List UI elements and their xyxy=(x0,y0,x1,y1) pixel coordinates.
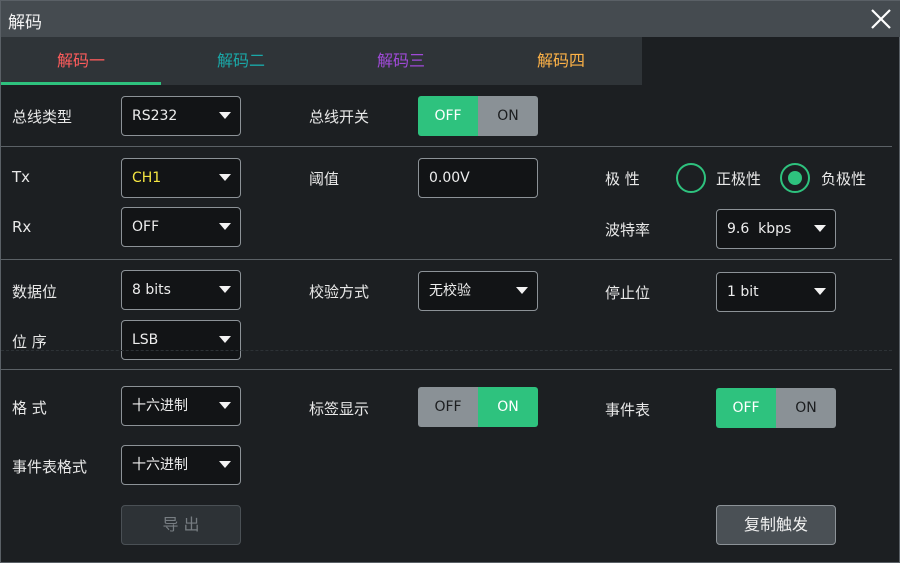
chevron-down-icon xyxy=(219,402,231,409)
chevron-down-icon xyxy=(219,286,231,293)
baud-value: 9.6 kbps xyxy=(727,221,792,237)
event-table-label: 事件表 xyxy=(605,401,651,419)
title-bar: 解码 xyxy=(1,1,900,37)
bus-switch-label: 总线开关 xyxy=(309,108,370,126)
chevron-down-icon xyxy=(219,336,231,343)
tx-source-select[interactable]: CH1 xyxy=(121,158,241,198)
event-format-value: 十六进制 xyxy=(132,457,188,473)
bit-order-label: 位 序 xyxy=(12,333,47,351)
rx-source-select[interactable]: OFF xyxy=(121,207,241,247)
bus-switch-toggle: OFF ON xyxy=(418,96,538,136)
bit-order-value: LSB xyxy=(132,332,159,348)
radio-selected-dot xyxy=(788,171,802,185)
divider xyxy=(1,146,892,147)
tag-display-off[interactable]: OFF xyxy=(418,387,478,427)
polarity-positive-label: 正极性 xyxy=(716,170,762,188)
chevron-down-icon xyxy=(219,174,231,181)
bus-switch-on[interactable]: ON xyxy=(478,96,538,136)
tab-decoder-3[interactable]: 解码三 xyxy=(321,37,481,85)
tab-decoder-4[interactable]: 解码四 xyxy=(481,37,641,85)
parity-value: 无校验 xyxy=(429,283,471,299)
threshold-input[interactable]: 0.00V xyxy=(418,158,538,198)
event-format-select[interactable]: 十六进制 xyxy=(121,445,241,485)
event-format-label: 事件表格式 xyxy=(12,458,88,476)
polarity-negative-radio[interactable] xyxy=(780,163,810,193)
event-table-off[interactable]: OFF xyxy=(716,388,776,428)
divider xyxy=(1,369,892,370)
parity-select[interactable]: 无校验 xyxy=(418,271,538,311)
chevron-down-icon xyxy=(814,225,826,232)
data-bits-select[interactable]: 8 bits xyxy=(121,270,241,310)
rx-label: Rx xyxy=(12,218,32,236)
bus-switch-off[interactable]: OFF xyxy=(418,96,478,136)
background-gridline xyxy=(1,350,892,351)
tx-source-value: CH1 xyxy=(132,170,162,186)
parity-label: 校验方式 xyxy=(309,283,370,301)
format-select[interactable]: 十六进制 xyxy=(121,386,241,426)
close-icon[interactable] xyxy=(869,7,893,31)
export-button[interactable]: 导 出 xyxy=(121,505,241,545)
chevron-down-icon xyxy=(814,288,826,295)
bus-type-select[interactable]: RS232 xyxy=(121,96,241,136)
tag-display-label: 标签显示 xyxy=(309,400,370,418)
tag-display-toggle: OFF ON xyxy=(418,387,538,427)
decode-dialog: 解码 解码一 解码二 解码三 解码四 总线类型 RS232 总线开关 OFF O… xyxy=(0,0,900,563)
threshold-label: 阈值 xyxy=(309,170,340,188)
format-value: 十六进制 xyxy=(132,398,188,414)
baud-select[interactable]: 9.6 kbps xyxy=(716,209,836,249)
baud-label: 波特率 xyxy=(605,221,651,239)
polarity-label: 极 性 xyxy=(605,170,640,188)
polarity-positive-radio[interactable] xyxy=(676,163,706,193)
copy-trigger-button[interactable]: 复制触发 xyxy=(716,505,836,545)
tag-display-on[interactable]: ON xyxy=(478,387,538,427)
chevron-down-icon xyxy=(219,461,231,468)
divider xyxy=(1,259,892,260)
chevron-down-icon xyxy=(219,223,231,230)
bit-order-select[interactable]: LSB xyxy=(121,320,241,360)
chevron-down-icon xyxy=(219,112,231,119)
threshold-value: 0.00V xyxy=(429,170,470,186)
event-table-toggle: OFF ON xyxy=(716,388,836,428)
bus-type-label: 总线类型 xyxy=(12,108,73,126)
tx-label: Tx xyxy=(12,168,31,186)
event-table-on[interactable]: ON xyxy=(776,388,836,428)
format-label: 格 式 xyxy=(12,399,47,417)
dialog-title: 解码 xyxy=(8,13,42,33)
bus-type-value: RS232 xyxy=(132,108,178,124)
tab-decoder-1[interactable]: 解码一 xyxy=(1,37,161,85)
decoder-tabs: 解码一 解码二 解码三 解码四 xyxy=(1,37,642,85)
tab-decoder-2[interactable]: 解码二 xyxy=(161,37,321,85)
data-bits-label: 数据位 xyxy=(12,283,58,301)
stop-bits-value: 1 bit xyxy=(727,284,759,300)
data-bits-value: 8 bits xyxy=(132,282,171,298)
stop-bits-label: 停止位 xyxy=(605,284,651,302)
rx-source-value: OFF xyxy=(132,219,160,235)
stop-bits-select[interactable]: 1 bit xyxy=(716,272,836,312)
polarity-negative-label: 负极性 xyxy=(821,170,867,188)
chevron-down-icon xyxy=(516,287,528,294)
